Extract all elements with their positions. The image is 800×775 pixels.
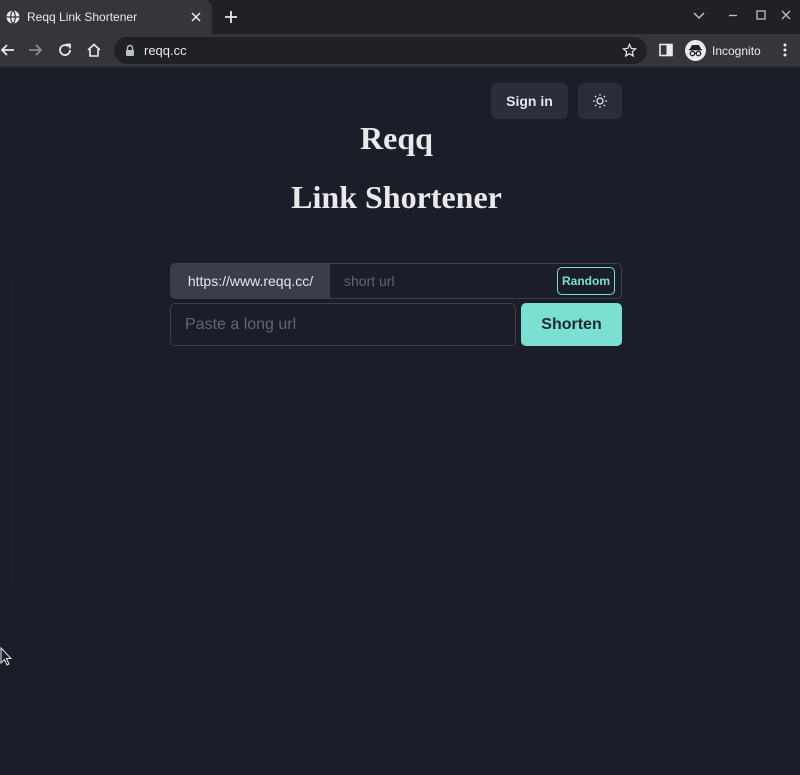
home-icon[interactable] — [86, 42, 102, 58]
scroll-edge — [11, 283, 13, 588]
close-icon[interactable] — [190, 11, 202, 23]
url-text[interactable]: reqq.cc — [144, 43, 187, 58]
maximize-icon[interactable] — [753, 7, 769, 23]
page-content: Sign in Reqq Link Shortener https://www.… — [0, 68, 800, 775]
theme-toggle-button[interactable] — [578, 83, 622, 119]
side-panel-icon[interactable] — [658, 42, 674, 58]
reload-icon[interactable] — [57, 42, 73, 58]
incognito-label: Incognito — [712, 43, 761, 58]
incognito-indicator[interactable]: Incognito — [685, 39, 761, 62]
globe-icon — [6, 10, 20, 24]
more-icon[interactable] — [778, 42, 792, 58]
brand-title: Reqq — [360, 120, 433, 156]
plus-icon[interactable] — [223, 9, 239, 25]
browser-tab[interactable]: Reqq Link Shortener — [0, 0, 212, 34]
forward-icon[interactable] — [27, 42, 43, 58]
window-close-icon[interactable] — [778, 7, 794, 23]
browser-toolbar: reqq.cc Incognito — [0, 34, 800, 67]
address-bar[interactable]: reqq.cc — [114, 37, 647, 64]
long-url-input[interactable] — [170, 303, 516, 346]
random-button[interactable]: Random — [557, 267, 615, 295]
sun-icon — [593, 94, 607, 108]
back-icon[interactable] — [0, 42, 16, 58]
short-url-group: https://www.reqq.cc/ Random — [170, 263, 622, 299]
lock-icon[interactable] — [124, 44, 136, 57]
minimize-icon[interactable] — [725, 7, 741, 23]
cursor-icon — [0, 647, 12, 666]
chevron-down-icon[interactable] — [691, 7, 707, 23]
shorten-button[interactable]: Shorten — [521, 303, 622, 346]
incognito-icon — [685, 40, 706, 61]
star-icon[interactable] — [622, 43, 637, 58]
tab-strip: Reqq Link Shortener — [0, 0, 800, 34]
tab-title: Reqq Link Shortener — [27, 10, 138, 24]
page-subtitle: Link Shortener — [291, 179, 502, 215]
sign-in-button[interactable]: Sign in — [491, 83, 568, 119]
short-url-input[interactable] — [330, 264, 555, 298]
domain-prefix: https://www.reqq.cc/ — [171, 264, 330, 298]
